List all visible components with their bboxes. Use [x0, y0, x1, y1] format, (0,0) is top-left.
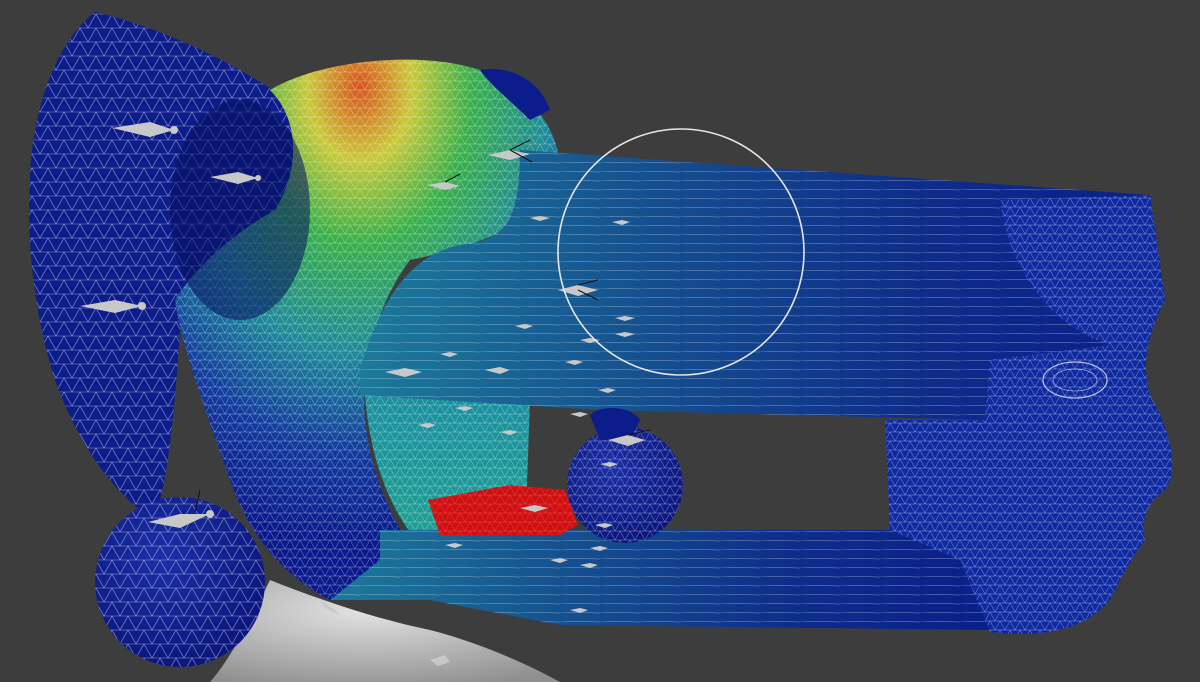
weight-paint-scene[interactable] [0, 0, 1200, 682]
3d-viewport[interactable] [0, 0, 1200, 682]
hat-bell-middle-mesh[interactable] [567, 408, 683, 543]
stretched-mesh-lower[interactable] [330, 530, 1000, 630]
